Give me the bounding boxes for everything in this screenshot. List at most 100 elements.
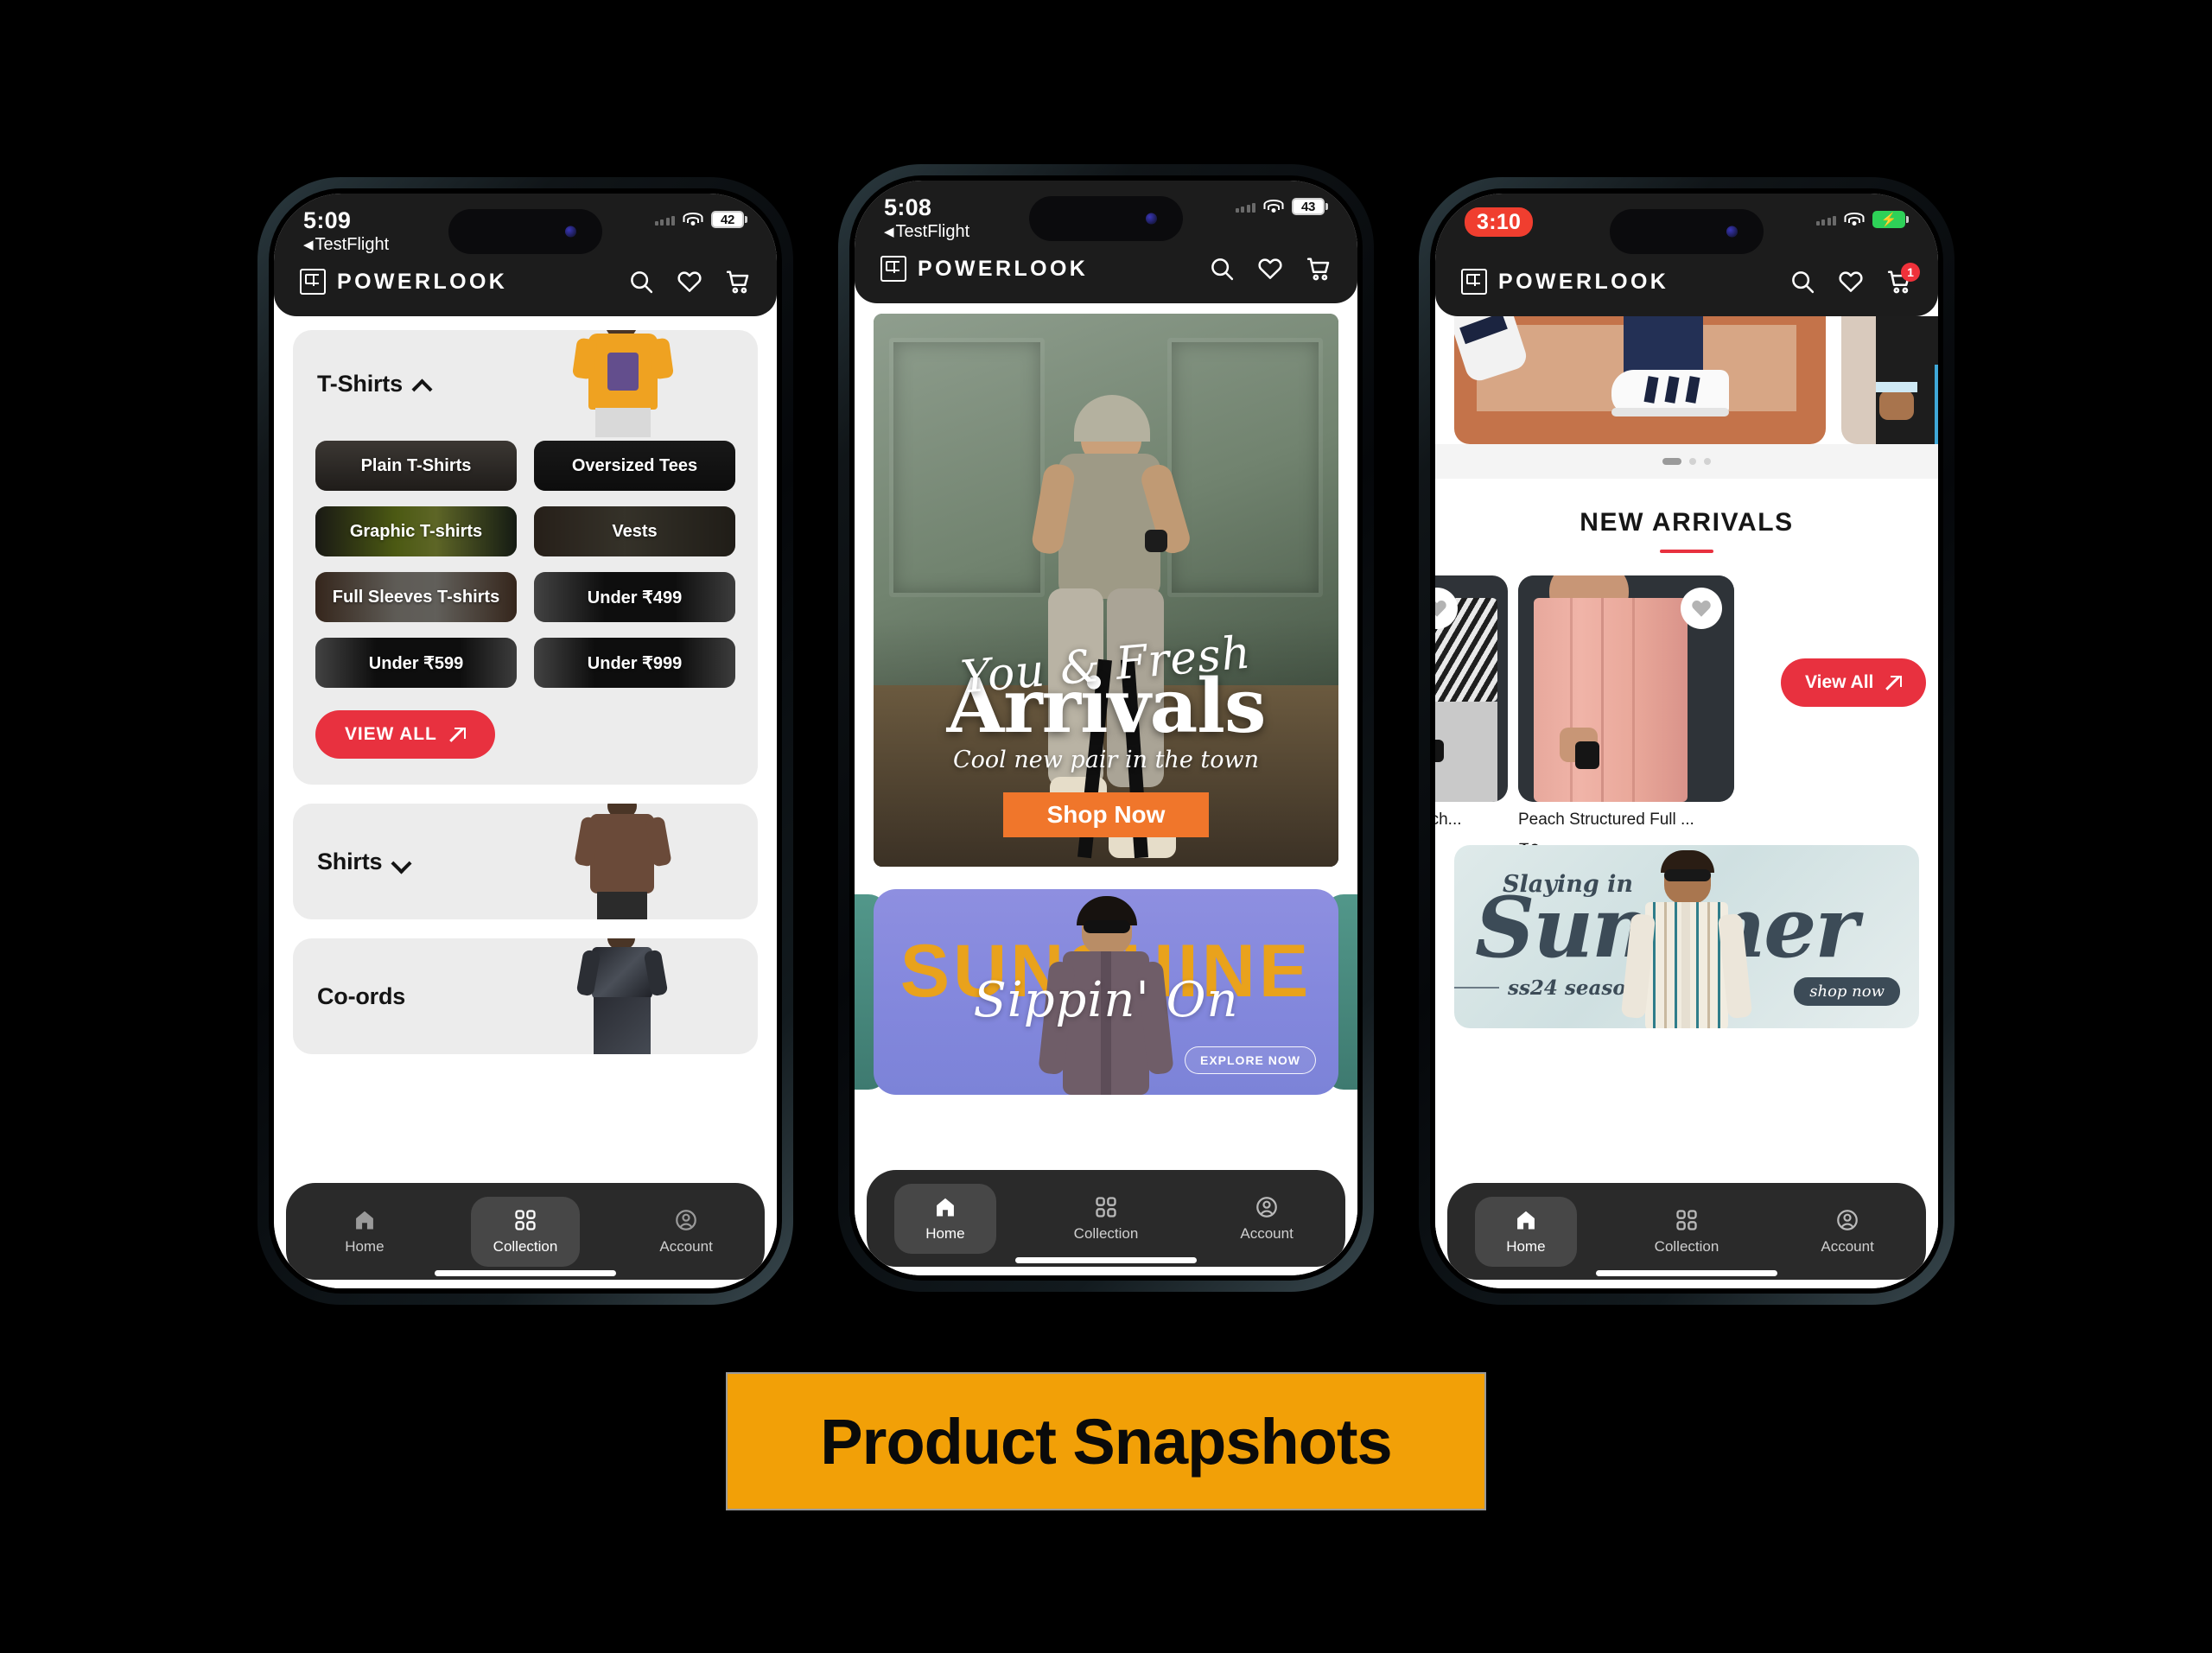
chip-oversized-tees[interactable]: Oversized Tees [534,441,735,491]
category-header-tshirts[interactable]: T-Shirts [293,330,758,437]
brand-logo[interactable]: POWERLOOK [1461,269,1669,295]
carousel-dot[interactable] [1704,458,1711,465]
category-thumbnail-shirts [571,804,675,919]
chip-full-sleeves-tshirts[interactable]: Full Sleeves T-shirts [315,572,517,622]
phone2-top-dark-area: 5:08 ◀ TestFlight 43 POWERLOOK [855,181,1357,303]
brand-name: POWERLOOK [1498,269,1669,294]
status-back-to-app[interactable]: ◀ TestFlight [884,221,969,244]
phone3-screen: 3:10 ⚡ POWERLOOK 1 NEW ARRIVALS h... Pea… [1435,194,1938,1288]
section-underline [1660,550,1713,553]
summer-season-text: ss24 season [1508,976,1641,1000]
bottom-tab-bar: Home Collection Account [286,1183,765,1280]
battery-icon: 43 [1292,198,1328,215]
hero-banner-arrivals[interactable]: You & Fresh Arrivals Cool new pair in th… [874,314,1338,867]
promo-carousel[interactable]: SUNSHINE Sippin' On EXP [855,889,1357,1097]
battery-icon: 42 [711,211,747,228]
chip-label: Under ₹999 [587,653,683,673]
shop-now-button[interactable]: Shop Now [1003,792,1209,837]
arrow-up-right-icon [451,727,466,742]
heart-icon[interactable] [677,269,702,295]
dynamic-island [1610,209,1764,254]
front-camera-icon [565,226,576,238]
brand-logo[interactable]: POWERLOOK [880,256,1088,282]
promo-banner-sunshine[interactable]: SUNSHINE Sippin' On EXP [874,889,1338,1095]
back-app-label: TestFlight [315,235,390,254]
category-card-coords[interactable]: Co-ords [293,938,758,1054]
product-card-peach-shirt[interactable] [1518,575,1734,802]
phone3-top-dark-area: 3:10 ⚡ POWERLOOK 1 [1435,194,1938,316]
phone2-content: You & Fresh Arrivals Cool new pair in th… [855,303,1357,1275]
summer-script-text: Slaying in [1503,871,1633,898]
section-header-new-arrivals: NEW ARRIVALS [1435,479,1938,553]
view-all-button-tshirts[interactable]: VIEW ALL [315,710,495,759]
cellular-signal-icon [654,214,675,226]
cart-icon[interactable]: 1 [1886,263,1920,295]
tab-label: Account [1240,1224,1294,1242]
product-carousel[interactable]: Croch... Peach Structured Full ... ₹0 Vi… [1435,575,1938,861]
category-card-shirts[interactable]: Shirts [293,804,758,919]
summer-shop-now-button[interactable]: shop now [1794,977,1900,1006]
wishlist-heart-button[interactable] [1681,588,1722,629]
cart-badge: 1 [1901,263,1920,282]
carousel-card-sneakers[interactable] [1454,316,1826,444]
tab-home[interactable]: Home [1474,1196,1577,1267]
view-all-button-new-arrivals[interactable]: View All [1781,658,1927,707]
top-carousel[interactable] [1435,316,1938,444]
product-name: Peach Structured Full ... [1518,811,1694,829]
tab-account[interactable]: Account [635,1197,737,1267]
carousel-dot[interactable] [1689,458,1696,465]
view-all-label: View All [1805,672,1874,692]
status-back-to-app[interactable]: ◀ TestFlight [303,234,389,257]
battery-charging-icon: ⚡ [1872,211,1909,228]
tab-account[interactable]: Account [1796,1197,1898,1267]
home-scroll[interactable]: You & Fresh Arrivals Cool new pair in th… [855,303,1357,1275]
tab-account[interactable]: Account [1216,1184,1318,1254]
chip-label: Full Sleeves T-shirts [332,587,500,607]
tab-collection[interactable]: Collection [470,1196,581,1267]
back-triangle-icon: ◀ [303,238,314,252]
phone2-screen: 5:08 ◀ TestFlight 43 POWERLOOK You & Fre… [855,181,1357,1275]
cart-icon[interactable] [1306,256,1332,282]
chip-under-599[interactable]: Under ₹599 [315,638,517,688]
heart-icon[interactable] [1838,269,1864,295]
collection-list[interactable]: T-Shirts Plain T-Shirts Oversized Tees G… [274,316,777,1288]
chevron-down-icon [392,853,410,870]
search-icon[interactable] [1789,269,1815,295]
front-camera-icon [1146,213,1157,225]
chip-vests[interactable]: Vests [534,506,735,556]
tab-collection[interactable]: Collection [1052,1184,1161,1254]
tab-label: Account [1821,1237,1874,1255]
chip-under-499[interactable]: Under ₹499 [534,572,735,622]
chip-under-999[interactable]: Under ₹999 [534,638,735,688]
brand-logo[interactable]: POWERLOOK [300,269,507,295]
product-card-crochet[interactable] [1435,575,1508,802]
tab-collection[interactable]: Collection [1632,1197,1742,1267]
status-bar: 5:08 ◀ TestFlight 43 [855,193,1357,241]
chip-graphic-tshirts[interactable]: Graphic T-shirts [315,506,517,556]
chip-plain-tshirts[interactable]: Plain T-Shirts [315,441,517,491]
tab-home[interactable]: Home [314,1197,416,1267]
brand-name: POWERLOOK [337,269,508,294]
search-icon[interactable] [628,269,654,295]
tab-label: Account [659,1237,713,1255]
tab-label: Home [345,1237,385,1255]
home-scroll[interactable]: NEW ARRIVALS h... Peach Structured Full … [1435,316,1938,1288]
carousel-dot[interactable] [1662,458,1681,465]
category-thumbnail-coords [571,938,675,1054]
search-icon[interactable] [1209,256,1235,282]
battery-percent: 42 [720,212,735,227]
cart-icon[interactable] [725,269,751,295]
product-meta-crochet: Croch... [1435,811,1462,830]
promo-banner-summer[interactable]: Summer Slaying in ss24 season [1454,845,1919,1028]
explore-now-label: EXPLORE NOW [1199,1053,1300,1067]
category-thumbnail-tshirts [571,330,675,437]
tab-home[interactable]: Home [893,1183,996,1254]
heart-icon[interactable] [1257,256,1283,282]
back-triangle-icon: ◀ [884,225,894,239]
caption-text: Product Snapshots [820,1405,1392,1478]
tab-label: Collection [1073,1224,1139,1242]
carousel-card-next[interactable] [1841,316,1938,444]
explore-now-button[interactable]: EXPLORE NOW [1184,1046,1316,1074]
powerlook-mark-icon [300,269,326,295]
wifi-icon [1844,212,1865,227]
